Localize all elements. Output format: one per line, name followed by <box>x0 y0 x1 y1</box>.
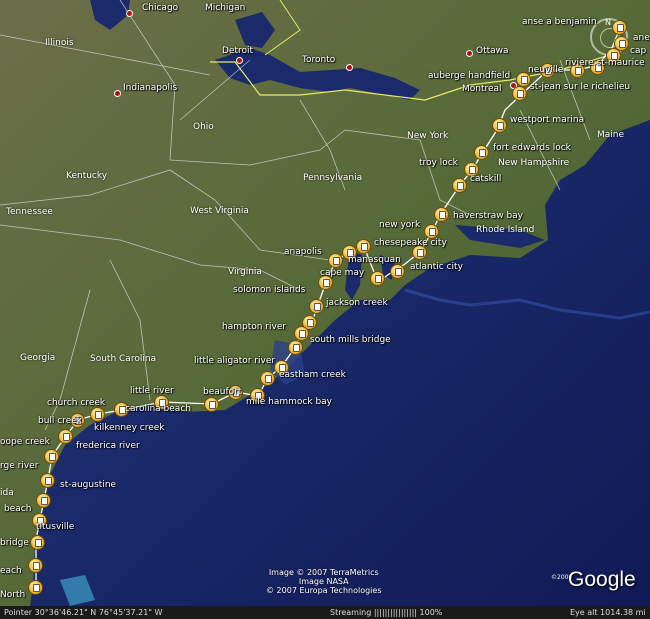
city-dot-toronto[interactable] <box>346 64 353 71</box>
placemark-icon[interactable] <box>32 513 47 528</box>
placemark-icon[interactable] <box>44 449 59 464</box>
placemark-icon[interactable] <box>228 385 243 400</box>
placemark-icon[interactable] <box>36 493 51 508</box>
placemark-icon[interactable] <box>474 145 489 160</box>
label-michigan: Michigan <box>205 3 246 13</box>
label-south-carolina: South Carolina <box>90 354 157 364</box>
city-dot-ottawa[interactable] <box>466 50 473 57</box>
city-dot-indianapolis[interactable] <box>114 90 121 97</box>
label-florida: ida <box>0 488 14 498</box>
credit-line: © 2007 Europa Technologies <box>266 586 382 595</box>
placemark-icon[interactable] <box>370 271 385 286</box>
placemark-icon[interactable] <box>424 224 439 239</box>
placemark-icon[interactable] <box>28 580 43 595</box>
label-rhode-island: Rhode Island <box>476 225 535 235</box>
credit-line: Image © 2007 TerraMetrics <box>268 568 379 577</box>
label-chicago: Chicago <box>142 3 179 13</box>
label-new-hampshire: New Hampshire <box>498 158 570 168</box>
placemark-icon[interactable] <box>452 178 467 193</box>
placemark-icon[interactable] <box>464 162 479 177</box>
placemark-icon[interactable] <box>274 360 289 375</box>
placemark-icon[interactable] <box>342 245 357 260</box>
satellite-map[interactable] <box>0 0 650 606</box>
placemark-icon[interactable] <box>390 264 405 279</box>
label-tennessee: Tennessee <box>6 207 53 217</box>
placemark-icon[interactable] <box>492 118 507 133</box>
label-ohio: Ohio <box>193 122 214 132</box>
placemark-icon[interactable] <box>606 48 621 63</box>
placemark-icon[interactable] <box>328 253 343 268</box>
imagery-credits: Image © 2007 TerraMetrics Image NASA © 2… <box>266 568 382 595</box>
north-icon: N <box>605 18 611 27</box>
label-indianapolis: Indianapolis <box>123 83 178 93</box>
placemark-icon[interactable] <box>294 326 309 341</box>
placemark-icon[interactable] <box>288 340 303 355</box>
placemark-icon[interactable] <box>58 429 73 444</box>
map-viewer[interactable]: N Chicago Michigan Illinois Indianapolis… <box>0 0 650 619</box>
placemark-icon[interactable] <box>154 395 169 410</box>
label-montreal: Montreal <box>462 84 502 94</box>
placemark-icon[interactable] <box>204 397 219 412</box>
credit-line: Image NASA <box>298 577 349 586</box>
placemark-icon[interactable] <box>412 245 427 260</box>
placemark-icon[interactable] <box>516 72 531 87</box>
label-ottawa: Ottawa <box>476 46 509 56</box>
city-dot-chicago[interactable] <box>126 10 133 17</box>
placemark-icon[interactable] <box>434 207 449 222</box>
label-kentucky: Kentucky <box>66 171 108 181</box>
placemark-icon[interactable] <box>570 63 585 78</box>
placemark-icon[interactable] <box>90 407 105 422</box>
status-bar: Pointer 30°36'46.21" N 76°45'37.21" W St… <box>0 606 650 619</box>
placemark-icon[interactable] <box>40 473 55 488</box>
google-logo: Google <box>568 568 636 591</box>
label-maine: Maine <box>597 130 625 140</box>
placemark-icon[interactable] <box>356 239 371 254</box>
label-virginia: Virginia <box>228 267 262 277</box>
placemark-icon[interactable] <box>540 63 555 78</box>
label-pennsylvania: Pennsylvania <box>303 173 363 183</box>
label-detroit: Detroit <box>222 46 254 56</box>
city-dot-detroit[interactable] <box>236 57 243 64</box>
placemark-icon[interactable] <box>590 60 605 75</box>
streaming-status: Streaming |||||||||||||||| 100% <box>330 608 443 617</box>
label-illinois: Illinois <box>45 38 74 48</box>
label-new-york: New York <box>407 131 449 141</box>
placemark-icon[interactable] <box>70 413 85 428</box>
label-georgia: Georgia <box>20 353 56 363</box>
placemark-icon[interactable] <box>318 275 333 290</box>
placemark-icon[interactable] <box>250 388 265 403</box>
placemark-icon[interactable] <box>114 402 129 417</box>
pointer-coordinates: Pointer 30°36'46.21" N 76°45'37.21" W <box>4 608 163 617</box>
placemark-icon[interactable] <box>612 20 627 35</box>
label-toronto: Toronto <box>302 55 336 65</box>
placemark-icon[interactable] <box>28 558 43 573</box>
placemark-icon[interactable] <box>260 371 275 386</box>
placemark-icon[interactable] <box>309 299 324 314</box>
placemark-icon[interactable] <box>30 535 45 550</box>
placemark-icon[interactable] <box>512 86 527 101</box>
eye-altitude: Eye alt 1014.38 mi <box>570 608 646 617</box>
label-west-virginia: West Virginia <box>190 206 249 216</box>
